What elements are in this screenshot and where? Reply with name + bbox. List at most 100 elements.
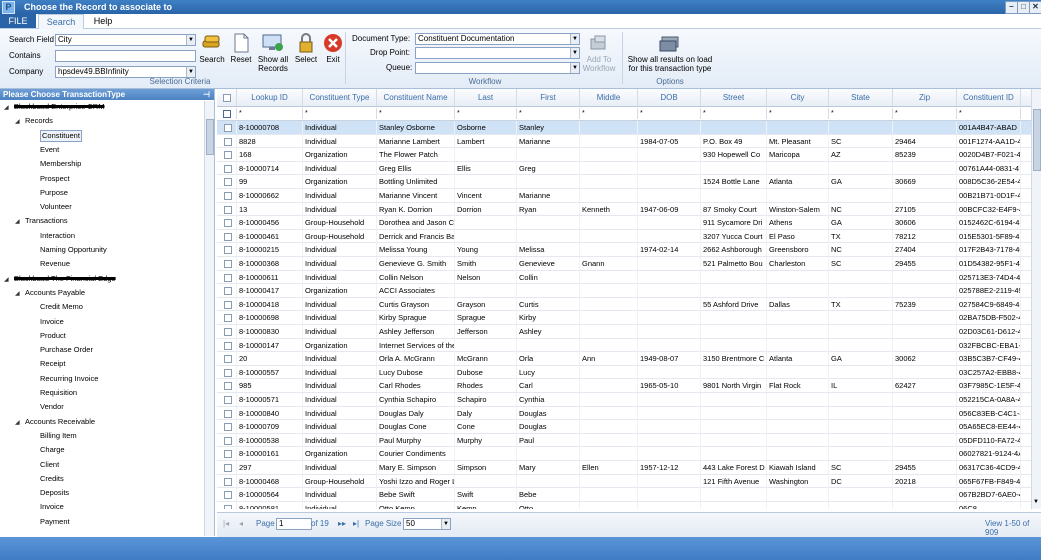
table-row[interactable]: 8-10000571 Individual Cynthia Schapiro Scha… (217, 393, 1031, 407)
scroll-down-icon[interactable]: ▼ (1033, 499, 1039, 505)
next-page-icon[interactable]: ▸▸ (338, 519, 346, 528)
chevron-down-icon[interactable]: ▼ (186, 67, 195, 77)
tree-item[interactable]: Requisition (40, 387, 77, 399)
chevron-down-icon[interactable]: ▼ (570, 34, 579, 44)
tree-item[interactable]: Membership (40, 158, 81, 170)
column-header[interactable]: Middle (580, 89, 638, 106)
show-all-on-load-button[interactable]: Show all results on load for this transa… (626, 35, 714, 73)
tree-item[interactable]: Volunteer (40, 201, 72, 213)
row-checkbox[interactable] (217, 447, 237, 461)
filter-checkbox[interactable] (217, 108, 237, 119)
table-row[interactable]: 8-10000538 Individual Paul Murphy Murphy Pau… (217, 433, 1031, 448)
tree-item[interactable]: Recurring Invoice (40, 373, 98, 385)
column-header[interactable]: First (517, 89, 580, 106)
table-row[interactable]: 8-10000418 Individual Curtis Grayson Grayso… (217, 297, 1031, 312)
column-header[interactable]: Constituent Type (303, 89, 377, 106)
pin-icon[interactable]: ⊣ (203, 89, 210, 100)
tree-item[interactable]: Invoice (40, 501, 64, 513)
column-filter-input[interactable]: * (517, 108, 580, 119)
first-page-icon[interactable]: |◂ (223, 519, 229, 528)
column-filter-input[interactable]: * (303, 108, 377, 119)
table-row[interactable]: 8-10000840 Individual Douglas Daly Daly Doug… (217, 406, 1031, 421)
tree-item[interactable]: Credit Memo (40, 301, 83, 313)
tree-item[interactable]: Prospect (40, 173, 70, 185)
column-header[interactable]: DOB (638, 89, 701, 106)
column-header[interactable]: Zip (893, 89, 957, 106)
file-tab[interactable]: FILE (0, 14, 36, 28)
column-header[interactable]: Constituent Name (377, 89, 455, 106)
tree-item[interactable]: Purchase Order (40, 344, 93, 356)
row-checkbox[interactable] (217, 311, 237, 325)
column-filter-input[interactable]: * (829, 108, 893, 119)
tree-item[interactable]: Deposits (40, 487, 69, 499)
row-checkbox[interactable] (217, 501, 237, 509)
tree-item[interactable]: Records (25, 115, 53, 127)
column-filter-input[interactable]: * (767, 108, 829, 119)
tree-item[interactable]: Payment (40, 516, 70, 528)
show-all-records-button[interactable]: Show all Records (256, 33, 290, 73)
row-checkbox[interactable] (217, 202, 237, 216)
grid-scrollbar-thumb[interactable] (1033, 109, 1041, 171)
row-checkbox[interactable] (217, 243, 237, 257)
table-row[interactable]: 8-10000709 Individual Douglas Cone Cone Doug… (217, 420, 1031, 434)
search-field-select[interactable]: City ▼ (55, 34, 196, 46)
row-checkbox[interactable] (217, 161, 237, 175)
page-size-select[interactable]: 50 ▼ (403, 518, 451, 530)
table-row[interactable]: 13 Individual Ryan K. Dorrion Dorrion Ryan Ke… (217, 202, 1031, 217)
exit-button[interactable]: Exit (321, 33, 345, 64)
expand-arrow-icon[interactable]: ◢ (4, 276, 9, 283)
column-filter-input[interactable]: * (455, 108, 517, 119)
table-row[interactable]: 8-10000611 Individual Collin Nelson Nelson C… (217, 270, 1031, 285)
expand-arrow-icon[interactable]: ◢ (15, 118, 20, 125)
tree-item[interactable]: Invoice (40, 316, 64, 328)
column-filter-input[interactable]: * (377, 108, 455, 119)
expand-arrow-icon[interactable]: ◢ (4, 104, 9, 111)
column-header[interactable]: City (767, 89, 829, 106)
column-header[interactable]: Constituent ID (957, 89, 1021, 106)
row-checkbox[interactable] (217, 488, 237, 502)
table-row[interactable]: 8-10000161 Organization Courier Condiments… (217, 447, 1031, 461)
table-row[interactable]: 8-10000147 Organization Internet Services … (217, 338, 1031, 353)
grid-scrollbar[interactable]: ▼ (1031, 89, 1041, 509)
chevron-down-icon[interactable]: ▼ (570, 48, 579, 58)
tree-item[interactable]: Interaction (40, 230, 75, 242)
tree-item[interactable]: Transactions (25, 215, 68, 227)
tree-item[interactable]: Naming Opportunity (40, 244, 107, 256)
row-checkbox[interactable] (217, 175, 237, 189)
table-row[interactable]: 8-10000368 Individual Genevieve G. Smith Sm… (217, 257, 1031, 271)
tree-item[interactable]: Credits (40, 473, 64, 485)
search-button[interactable]: Search (198, 33, 226, 64)
tab-search[interactable]: Search (38, 14, 84, 29)
table-row[interactable]: 297 Individual Mary E. Simpson Simpson Mary E… (217, 461, 1031, 475)
table-row[interactable]: 8-10000468 Group-Household Yoshi Izzo and … (217, 474, 1031, 489)
row-checkbox[interactable] (217, 270, 237, 284)
table-row[interactable]: 8-10000714 Individual Greg Ellis Ellis Greg 0… (217, 161, 1031, 176)
row-checkbox[interactable] (217, 406, 237, 420)
add-to-workflow-button[interactable]: Add To Workflow (580, 35, 618, 73)
tab-help[interactable]: Help (86, 14, 120, 28)
table-row[interactable]: 8-10000581 Individual Otto Kemp Kemp Otto 06C… (217, 501, 1031, 509)
table-row[interactable]: 8-10000564 Individual Bebe Swift Swift Bebe 0… (217, 488, 1031, 502)
tree-scrollbar-thumb[interactable] (206, 119, 214, 155)
tree-scrollbar[interactable] (204, 101, 214, 536)
table-row[interactable]: 99 Organization Bottling Unlimited 1524 Bot… (217, 175, 1031, 189)
column-header[interactable]: Street (701, 89, 767, 106)
table-row[interactable]: 985 Individual Carl Rhodes Rhodes Carl 1965-0… (217, 379, 1031, 393)
table-row[interactable]: 8-10000461 Group-Household Derrick and Fra… (217, 229, 1031, 244)
table-row[interactable]: 8-10000417 Organization ACCI Associates 025… (217, 284, 1031, 298)
tree-item[interactable]: Billing Item (40, 430, 77, 442)
expand-arrow-icon[interactable]: ◢ (15, 419, 20, 426)
tree-item[interactable]: Accounts Payable (25, 287, 85, 299)
column-header[interactable]: State (829, 89, 893, 106)
reset-button[interactable]: Reset (228, 33, 254, 64)
expand-arrow-icon[interactable]: ◢ (15, 290, 20, 297)
tree-item[interactable]: Blackbaud Enterprise CRM (14, 101, 104, 113)
tree-item[interactable]: Client (40, 459, 59, 471)
row-checkbox[interactable] (217, 189, 237, 202)
table-row[interactable]: 8-10000708 Individual Stanley Osborne Osbor… (217, 121, 1031, 135)
row-checkbox[interactable] (217, 379, 237, 393)
page-input[interactable]: 1 (276, 518, 312, 530)
prev-page-icon[interactable]: ◂ (239, 519, 243, 528)
table-row[interactable]: 168 Organization The Flower Patch 930 Hopew… (217, 148, 1031, 162)
select-all-checkbox[interactable] (217, 89, 237, 106)
